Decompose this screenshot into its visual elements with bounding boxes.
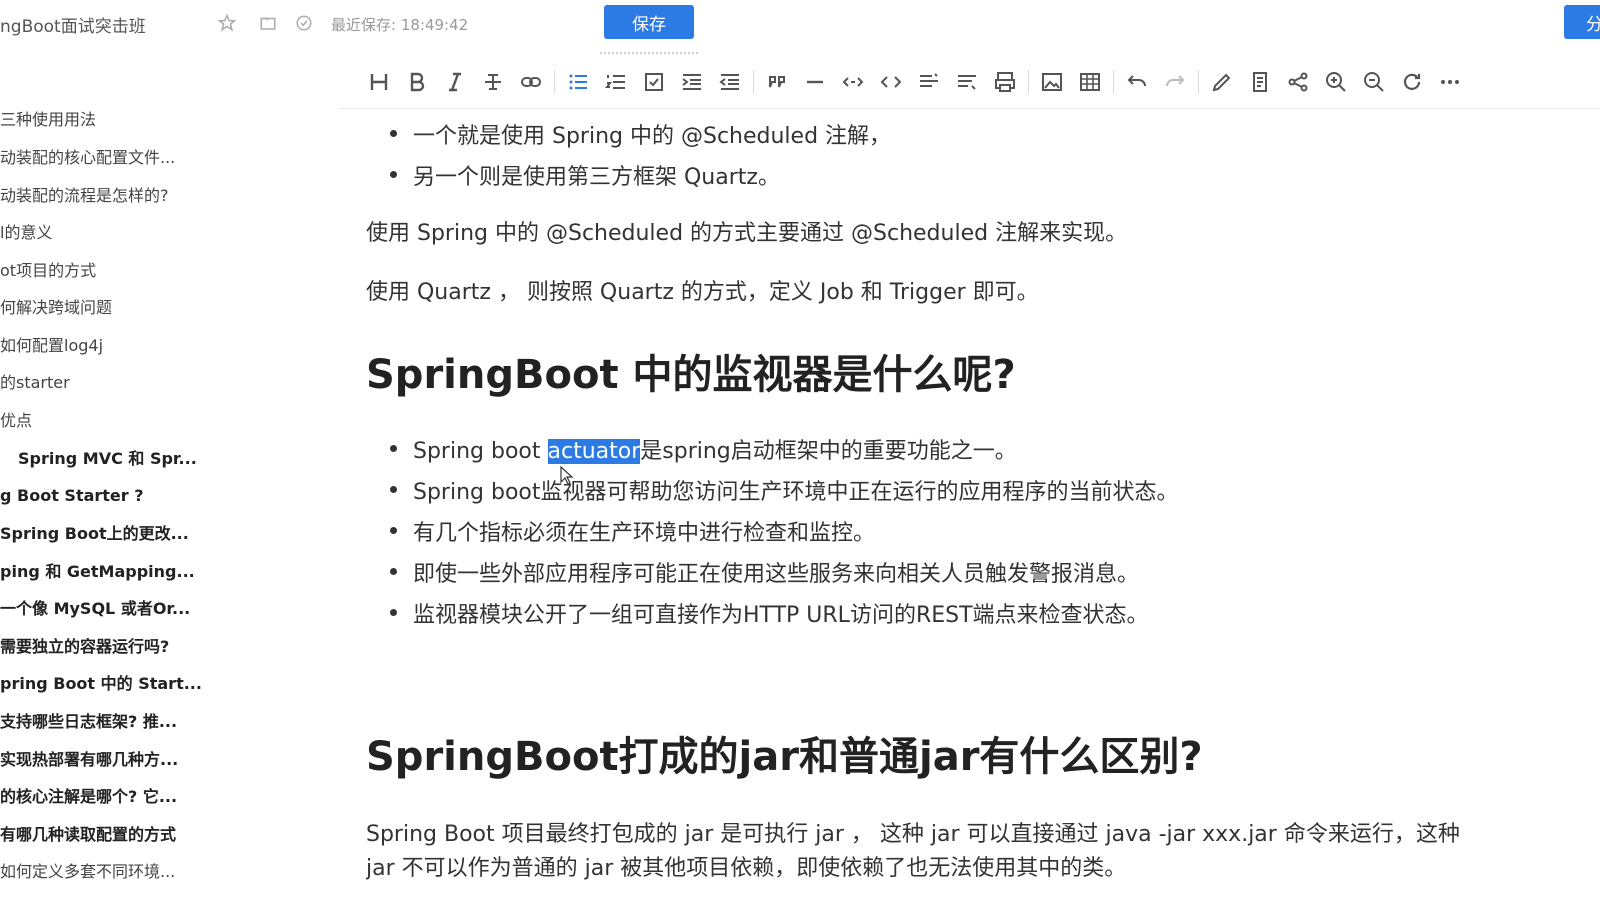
document-title[interactable]: ngBoot面试突击班 [0, 12, 146, 37]
sidebar-item[interactable]: 实现热部署有哪几种方... [0, 748, 205, 772]
pencil-icon[interactable] [1203, 66, 1241, 98]
save-button[interactable]: 保存 [604, 5, 694, 39]
indent-decrease-icon[interactable] [711, 66, 749, 98]
bullet-dot [390, 130, 397, 137]
code-inline-icon[interactable] [834, 66, 872, 98]
print-icon[interactable] [986, 66, 1024, 98]
save-status: 最近保存: 18:49:42 [331, 16, 469, 34]
bullet-dot [390, 609, 397, 616]
share-nodes-icon[interactable] [1279, 66, 1317, 98]
note-icon[interactable] [1241, 66, 1279, 98]
top-bar: ngBoot面试突击班 最近保存: 18:49:42 保存 分 [0, 0, 1600, 54]
paragraph: 使用 Spring 中的 @Scheduled 的方式主要通过 @Schedul… [366, 221, 1128, 246]
mouse-cursor-icon [560, 466, 574, 485]
star-icon[interactable] [217, 13, 237, 33]
task-list-icon[interactable] [635, 66, 673, 98]
undo-icon[interactable] [1118, 66, 1156, 98]
bullet-dot [390, 527, 397, 534]
sidebar-item[interactable]: l的意义 [0, 221, 205, 245]
ordered-list-icon[interactable] [597, 66, 635, 98]
zoom-out-icon[interactable] [1355, 66, 1393, 98]
bullet-list-icon[interactable] [559, 66, 597, 98]
bold-icon[interactable] [398, 66, 436, 98]
horizontal-rule-icon[interactable] [796, 66, 834, 98]
table-icon[interactable] [1071, 66, 1109, 98]
strikethrough-icon[interactable] [474, 66, 512, 98]
code-block-icon[interactable] [872, 66, 910, 98]
toolbar-separator [554, 70, 555, 94]
more-icon[interactable] [1431, 66, 1469, 98]
align-right-icon[interactable] [948, 66, 986, 98]
sidebar-item[interactable]: 动装配的核心配置文件... [0, 146, 205, 170]
selected-text[interactable]: actuator [547, 439, 641, 464]
zoom-in-icon[interactable] [1317, 66, 1355, 98]
bullet-dot [390, 568, 397, 575]
sidebar-item[interactable]: Spring Boot上的更改... [0, 522, 205, 546]
bullet-dot [390, 171, 397, 178]
sidebar-item[interactable]: 支持哪些日志框架? 推... [0, 710, 205, 734]
paragraph: jar 不可以作为普通的 jar 被其他项目依赖，即使依赖了也无法使用其中的类。 [366, 856, 1127, 881]
align-left-icon[interactable] [910, 66, 948, 98]
bullet-dot [390, 486, 397, 493]
heading-1: SpringBoot打成的jar和普通jar有什么区别? [366, 734, 1203, 780]
sidebar-item[interactable]: 如何配置log4j [0, 334, 205, 358]
check-circle-icon [294, 13, 314, 33]
paragraph: Spring Boot 项目最终打包成的 jar 是可执行 jar ， 这种 j… [366, 822, 1460, 847]
redo-icon[interactable] [1156, 66, 1194, 98]
sidebar-item[interactable]: 的starter [0, 371, 205, 395]
sidebar-item[interactable]: 优点 [0, 409, 205, 433]
bullet-dot [390, 445, 397, 452]
italic-icon[interactable] [436, 66, 474, 98]
sidebar-item[interactable]: 何解决跨域问题 [0, 296, 205, 320]
heading-1: SpringBoot 中的监视器是什么呢? [366, 352, 1016, 398]
sidebar-item[interactable]: 的核心注解是哪个? 它... [0, 785, 205, 809]
sidebar-item[interactable]: 有哪几种读取配置的方式 [0, 823, 205, 847]
sidebar-item[interactable]: ping 和 GetMapping... [0, 560, 205, 584]
sidebar-item[interactable]: Spring MVC 和 Spr... [18, 447, 210, 471]
refresh-icon[interactable] [1393, 66, 1431, 98]
paragraph: 使用 Quartz ， 则按照 Quartz 的方式，定义 Job 和 Trig… [366, 280, 1039, 305]
link-icon[interactable] [512, 66, 550, 98]
sidebar-item[interactable]: 三种使用用法 [0, 108, 205, 132]
editor-toolbar [360, 64, 1469, 100]
indent-increase-icon[interactable] [673, 66, 711, 98]
quote-icon[interactable] [758, 66, 796, 98]
toolbar-separator [753, 70, 754, 94]
list-text: 是spring启动框架中的重要功能之一。 [640, 439, 1017, 464]
sidebar-item[interactable]: ot项目的方式 [0, 259, 205, 283]
image-icon[interactable] [1033, 66, 1071, 98]
sidebar-item[interactable]: 如何定义多套不同环境... [0, 860, 205, 884]
list-text: Spring boot [413, 439, 548, 464]
sidebar-item[interactable]: 动装配的流程是怎样的? [0, 184, 205, 208]
heading-icon[interactable] [360, 66, 398, 98]
divider [600, 52, 698, 54]
outline-sidebar: 三种使用用法 动装配的核心配置文件... 动装配的流程是怎样的? l的意义 ot… [0, 104, 210, 900]
share-button[interactable]: 分 [1564, 5, 1600, 39]
toolbar-separator [1198, 70, 1199, 94]
toolbar-separator [1028, 70, 1029, 94]
sidebar-item[interactable]: g Boot Starter ? [0, 484, 205, 508]
sidebar-item[interactable]: pring Boot 中的 Start... [0, 672, 205, 696]
sidebar-item[interactable]: 一个像 MySQL 或者Or... [0, 597, 205, 621]
sidebar-item[interactable]: 需要独立的容器运行吗? [0, 635, 205, 659]
editor-content[interactable]: 一个就是使用 Spring 中的 @Scheduled 注解， 另一个则是使用第… [366, 108, 1566, 900]
toolbar-separator [1113, 70, 1114, 94]
folder-icon[interactable] [258, 13, 278, 33]
